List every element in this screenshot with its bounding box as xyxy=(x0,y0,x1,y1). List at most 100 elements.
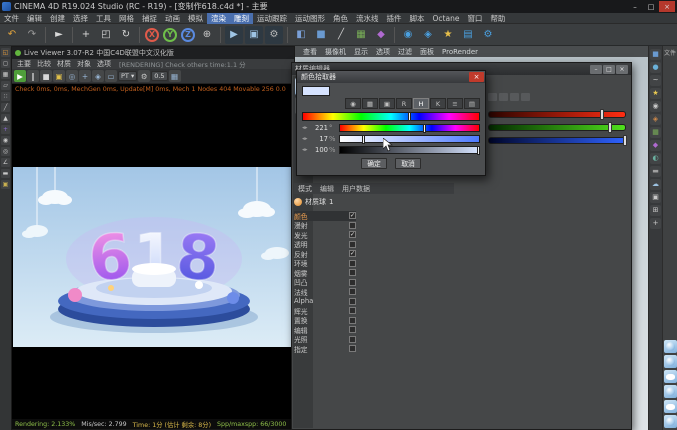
add-environment-icon[interactable]: ◐ xyxy=(650,153,661,164)
lv-menu-compare[interactable]: 比较 xyxy=(34,59,54,69)
channel-checkbox[interactable] xyxy=(349,222,356,229)
render-settings-icon[interactable]: ⚙ xyxy=(265,26,283,44)
lv-menu-objects[interactable]: 对象 xyxy=(74,59,94,69)
lv-menu-materials[interactable]: 材质 xyxy=(54,59,74,69)
menu-tools[interactable]: 工具 xyxy=(92,13,115,24)
octane-settings-icon[interactable]: ⚙ xyxy=(479,26,497,44)
menu-render[interactable]: 渲染 xyxy=(207,13,230,24)
snap-icon[interactable]: ◎ xyxy=(1,147,10,156)
green-slider-handle[interactable] xyxy=(608,122,612,133)
picker-mode-picture-icon[interactable]: ▣ xyxy=(379,98,395,109)
saturation-handle[interactable] xyxy=(362,135,365,144)
menu-file[interactable]: 文件 xyxy=(0,13,23,24)
vp-menu-prorender[interactable]: ProRender xyxy=(438,48,482,56)
octane-material-icon[interactable]: ◈ xyxy=(419,26,437,44)
lv-pause-icon[interactable]: ‖ xyxy=(27,70,39,82)
material-editor-maximize-button[interactable]: □ xyxy=(603,65,615,74)
minimize-button[interactable]: – xyxy=(627,1,643,12)
material-cloud-1-thumbnail[interactable] xyxy=(664,370,677,383)
picker-mode-rgb-icon[interactable]: R xyxy=(396,98,412,109)
lv-settings-icon[interactable]: ⚙ xyxy=(138,70,150,82)
texture-mode-icon[interactable]: ▦ xyxy=(1,70,10,79)
add-null-icon[interactable]: + xyxy=(650,218,661,229)
add-spline-icon[interactable]: ~ xyxy=(650,75,661,86)
value-spinner[interactable]: ◂▸ xyxy=(302,147,310,153)
menu-select[interactable]: 选择 xyxy=(69,13,92,24)
workplane-icon[interactable]: ▬ xyxy=(1,169,10,178)
vp-menu-display[interactable]: 显示 xyxy=(350,47,372,57)
channel-color[interactable]: 颜色✓ xyxy=(294,211,356,221)
menu-create[interactable]: 创建 xyxy=(46,13,69,24)
deformer-icon[interactable]: ◆ xyxy=(372,26,390,44)
model-mode-icon[interactable]: ◻ xyxy=(1,59,10,68)
channel-displacement[interactable]: 置换 xyxy=(294,316,356,326)
channel-checkbox[interactable] xyxy=(349,260,356,267)
viewport-solo-icon[interactable]: ◉ xyxy=(1,136,10,145)
material-sphere-2-thumbnail[interactable] xyxy=(664,355,677,368)
x-axis-icon[interactable]: X xyxy=(145,28,159,42)
add-sky-icon[interactable]: ☁ xyxy=(650,179,661,190)
channel-checkbox[interactable] xyxy=(349,279,356,286)
channel-transparency[interactable]: 透明 xyxy=(294,240,356,250)
lv-menu-main[interactable]: 主要 xyxy=(14,59,34,69)
channel-normal[interactable]: 法线 xyxy=(294,287,356,297)
add-camera-icon[interactable]: ◉ xyxy=(650,101,661,112)
channel-editor[interactable]: 编辑 xyxy=(294,325,356,335)
add-floor-icon[interactable]: ▬ xyxy=(650,166,661,177)
menu-help[interactable]: 帮助 xyxy=(486,13,509,24)
menu-motion-tracker[interactable]: 运动跟踪 xyxy=(253,13,291,24)
undo-icon[interactable]: ↶ xyxy=(3,26,21,44)
picker-mode-spectrum-icon[interactable]: ▦ xyxy=(362,98,378,109)
menu-mograph[interactable]: 运动图形 xyxy=(291,13,329,24)
saturation-spinner[interactable]: ◂▸ xyxy=(302,136,310,142)
menu-sculpt[interactable]: 雕刻 xyxy=(230,13,253,24)
material-editor-close-button[interactable]: × xyxy=(616,65,628,74)
channel-alpha[interactable]: Alpha xyxy=(294,297,356,307)
channel-checkbox[interactable] xyxy=(349,345,356,352)
color-picker-close-icon[interactable]: × xyxy=(469,72,484,82)
vp-menu-cameras[interactable]: 摄像机 xyxy=(321,47,350,57)
hue-spinner[interactable]: ◂▸ xyxy=(302,125,310,131)
octane-camera-icon[interactable]: ▤ xyxy=(459,26,477,44)
tab-edit[interactable]: 编辑 xyxy=(316,184,338,194)
channel-checkbox[interactable]: ✓ xyxy=(349,212,356,219)
lv-lock-image-icon[interactable]: ▣ xyxy=(53,70,65,82)
mograph-cloner-icon[interactable]: ▦ xyxy=(352,26,370,44)
rotate-icon[interactable]: ↻ xyxy=(117,26,135,44)
quantize-icon[interactable]: ∠ xyxy=(1,158,10,167)
add-light-icon[interactable]: ★ xyxy=(650,88,661,99)
add-tag-icon[interactable]: ▣ xyxy=(650,192,661,203)
color-mode-icon-2[interactable] xyxy=(499,93,508,101)
picker-mode-hsv-icon[interactable]: H xyxy=(413,98,429,109)
hue-slider[interactable] xyxy=(339,124,480,132)
hue-handle[interactable] xyxy=(423,124,426,133)
menu-simulate[interactable]: 模拟 xyxy=(184,13,207,24)
y-axis-icon[interactable]: Y xyxy=(163,28,177,42)
red-slider-handle[interactable] xyxy=(600,109,604,120)
polygons-mode-icon[interactable]: ▲ xyxy=(1,114,10,123)
tab-user-data[interactable]: 用户数据 xyxy=(338,184,374,194)
xpresso-icon[interactable]: ⊞ xyxy=(650,205,661,216)
saturation-slider[interactable] xyxy=(339,135,480,143)
menu-octane[interactable]: Octane xyxy=(429,13,464,24)
channel-glow[interactable]: 辉光 xyxy=(294,306,356,316)
live-viewer-titlebar[interactable]: Live Viewer 3.07-R2 中国C4D联盟中文汉化版 xyxy=(12,47,294,59)
edges-mode-icon[interactable]: ╱ xyxy=(1,103,10,112)
channel-bump[interactable]: 凹凸 xyxy=(294,278,356,288)
picker-mode-kelvin-icon[interactable]: K xyxy=(430,98,446,109)
lv-stop-icon[interactable]: ■ xyxy=(40,70,52,82)
add-deformer-icon[interactable]: ◆ xyxy=(650,140,661,151)
menu-edit[interactable]: 编辑 xyxy=(23,13,46,24)
color-mode-icon-1[interactable] xyxy=(488,93,497,101)
primitive-cube-icon[interactable]: ■ xyxy=(312,26,330,44)
hue-spectrum-bar[interactable] xyxy=(302,112,480,121)
octane-light-icon[interactable]: ★ xyxy=(439,26,457,44)
make-editable-icon[interactable]: ◱ xyxy=(1,48,10,57)
vp-menu-panel[interactable]: 面板 xyxy=(416,47,438,57)
vp-menu-view[interactable]: 查看 xyxy=(299,47,321,57)
picker-mode-swatches-icon[interactable]: ▤ xyxy=(464,98,480,109)
lv-film-region-icon[interactable]: ▦ xyxy=(169,70,181,82)
lv-focus-picker-icon[interactable]: + xyxy=(79,70,91,82)
ok-button[interactable]: 确定 xyxy=(361,158,387,169)
saturation-value[interactable]: 17 xyxy=(310,135,328,143)
